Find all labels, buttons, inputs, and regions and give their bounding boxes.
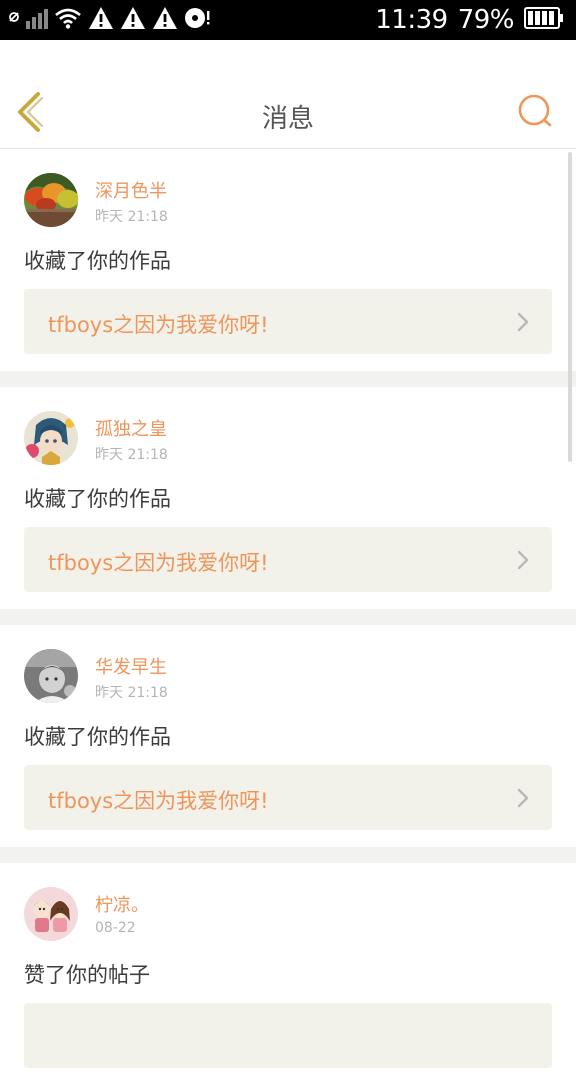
page-title: 消息 [261, 104, 314, 134]
signal-icon [26, 7, 48, 33]
action-text: 收藏了你的作品 [24, 725, 171, 749]
message-list: 深月色半 昨天 21:18 收藏了你的作品 tfboys之因为我爱你呀! 孤独之 [0, 149, 576, 1085]
battery-icon [524, 6, 564, 34]
action-text: 收藏了你的作品 [24, 487, 171, 511]
username[interactable]: 柠凉。 [95, 891, 149, 917]
status-bar: 11:39 79% [0, 0, 576, 40]
avatar[interactable] [24, 649, 78, 703]
work-title: tfboys之因为我爱你呀! [48, 789, 269, 813]
action-text: 收藏了你的作品 [24, 249, 171, 273]
message-time: 昨天 21:18 [95, 685, 168, 701]
action-text: 赞了你的帖子 [24, 963, 150, 987]
disc-icon [184, 6, 210, 34]
avatar[interactable] [24, 411, 78, 465]
status-time: 11:39 [375, 5, 448, 35]
status-right: 11:39 79% [375, 0, 564, 40]
work-link[interactable]: tfboys之因为我爱你呀! [24, 765, 552, 830]
status-icons [8, 6, 210, 34]
chevron-right-icon [516, 787, 530, 813]
work-link[interactable]: tfboys之因为我爱你呀! [24, 527, 552, 592]
chevron-right-icon [516, 549, 530, 575]
scrollbar[interactable] [568, 152, 572, 462]
search-icon [516, 94, 556, 136]
message-card: 孤独之皇 昨天 21:18 收藏了你的作品 tfboys之因为我爱你呀! [0, 387, 576, 609]
sync-icon [8, 11, 20, 30]
battery-percent: 79% [457, 5, 515, 35]
separator [0, 847, 576, 863]
username[interactable]: 华发早生 [95, 653, 167, 679]
post-link[interactable] [24, 1003, 552, 1068]
avatar[interactable] [24, 887, 78, 941]
username[interactable]: 孤独之皇 [95, 415, 167, 441]
work-title: tfboys之因为我爱你呀! [48, 313, 269, 337]
chevron-right-icon [516, 311, 530, 337]
nav-header: 消息 [0, 40, 576, 149]
warning-icon [88, 6, 114, 34]
message-card: 深月色半 昨天 21:18 收藏了你的作品 tfboys之因为我爱你呀! [0, 149, 576, 371]
separator [0, 371, 576, 387]
work-title: tfboys之因为我爱你呀! [48, 551, 269, 575]
message-time: 昨天 21:18 [95, 209, 168, 225]
message-card: 华发早生 昨天 21:18 收藏了你的作品 tfboys之因为我爱你呀! [0, 625, 576, 847]
warning-icon [152, 6, 178, 34]
work-link[interactable]: tfboys之因为我爱你呀! [24, 289, 552, 354]
avatar[interactable] [24, 173, 78, 227]
message-time: 昨天 21:18 [95, 447, 168, 463]
separator [0, 609, 576, 625]
message-time: 08-22 [95, 920, 136, 936]
search-button[interactable] [516, 92, 556, 132]
username[interactable]: 深月色半 [95, 177, 167, 203]
message-card: 柠凉。 08-22 赞了你的帖子 [0, 863, 576, 1085]
wifi-icon [54, 7, 82, 33]
warning-icon [120, 6, 146, 34]
